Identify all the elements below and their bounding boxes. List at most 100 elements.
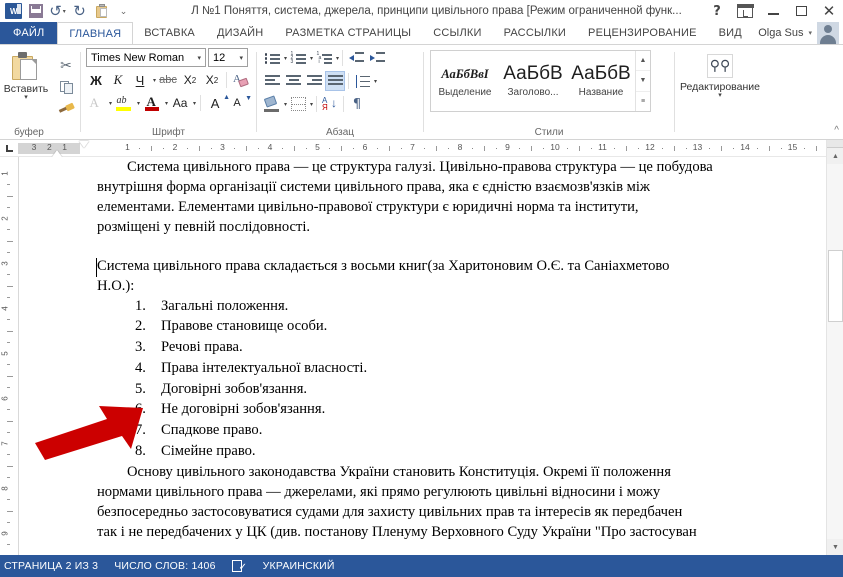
chevron-down-icon[interactable]: ▾ (336, 55, 339, 62)
borders-button[interactable] (288, 94, 308, 114)
multilevel-list-button[interactable]: 1 a i (314, 48, 334, 68)
style-preview: АаБбВ (571, 63, 631, 84)
font-color-button[interactable]: A (142, 93, 162, 113)
minimize-icon[interactable] (759, 0, 787, 22)
paste-button[interactable]: Вставить ▾ (0, 48, 52, 101)
bold-button[interactable]: Ж (86, 70, 106, 90)
restore-icon[interactable] (787, 0, 815, 22)
font-name-input[interactable]: Times New Roman ▾ (86, 48, 206, 67)
document-page[interactable]: Система цивільного права — це структура … (18, 157, 826, 555)
underline-button[interactable]: Ч (130, 70, 150, 90)
ruler-track[interactable]: 32112345678910111213141516 (18, 140, 843, 157)
customize-qat-icon[interactable]: ⌄ (113, 1, 134, 21)
paragraph-2: Система цивільного права складається з в… (97, 256, 843, 296)
proofing-icon[interactable]: ✓ (231, 559, 247, 573)
word-count[interactable]: ЧИСЛО СЛОВ: 1406 (114, 560, 215, 572)
format-painter-button[interactable] (56, 99, 76, 117)
ruler-minor-tick (448, 147, 450, 149)
chevron-down-icon[interactable]: ▾ (165, 100, 168, 107)
collapse-ribbon-button[interactable]: ^ (834, 125, 839, 136)
align-center-button[interactable] (283, 71, 303, 91)
tab-stop-selector[interactable] (0, 140, 18, 157)
align-right-button[interactable] (304, 71, 324, 91)
line-spacing-button[interactable] (352, 71, 372, 91)
save-icon[interactable] (25, 1, 46, 21)
highlight-button[interactable]: ab (114, 93, 134, 113)
decrease-indent-button[interactable] (346, 48, 366, 68)
tab-file[interactable]: ФАЙЛ (0, 22, 58, 44)
close-icon[interactable]: ✕ (815, 0, 843, 22)
chevron-down-icon[interactable]: ▾ (284, 55, 287, 62)
tab-references[interactable]: ССЫЛКИ (422, 22, 492, 44)
chevron-down-icon[interactable]: ▾ (808, 29, 812, 37)
word-logo-icon[interactable]: W (3, 1, 24, 21)
grow-font-button[interactable]: A ▲ (205, 93, 230, 113)
scroll-up-button[interactable]: ▲ (827, 148, 843, 164)
ribbon-options-icon[interactable] (731, 0, 759, 22)
styles-scroll-up[interactable]: ▲ (636, 51, 650, 72)
chevron-down-icon[interactable]: ▾ (239, 54, 243, 62)
user-name[interactable]: Olga Sus (758, 27, 803, 39)
align-left-button[interactable] (262, 71, 282, 91)
chevron-down-icon[interactable]: ▾ (137, 100, 140, 107)
italic-button[interactable]: К (108, 70, 128, 90)
chevron-down-icon[interactable]: ▾ (109, 100, 112, 107)
superscript-button[interactable]: X2 (202, 70, 222, 90)
shading-button[interactable] (262, 94, 282, 114)
tab-page-layout[interactable]: РАЗМЕТКА СТРАНИЦЫ (274, 22, 422, 44)
tab-insert[interactable]: ВСТАВКА (133, 22, 206, 44)
tab-design[interactable]: ДИЗАЙН (206, 22, 274, 44)
vertical-scrollbar[interactable]: ▲ ▼ (826, 140, 843, 555)
chevron-down-icon[interactable]: ▾ (284, 101, 287, 108)
font-color-icon: A (144, 94, 160, 111)
bullets-button[interactable] (262, 48, 282, 68)
copy-button[interactable] (56, 78, 76, 96)
show-formatting-marks-button[interactable]: ¶ (347, 94, 367, 114)
chevron-down-icon[interactable]: ▾ (718, 92, 722, 99)
redo-icon[interactable]: ↻ (69, 1, 90, 21)
chevron-down-icon[interactable]: ▾ (310, 101, 313, 108)
chevron-down-icon[interactable]: ▾ (24, 94, 28, 101)
page-indicator[interactable]: СТРАНИЦА 2 ИЗ 3 (4, 560, 98, 572)
chevron-down-icon[interactable]: ▾ (153, 77, 156, 84)
styles-scroll-down[interactable]: ▼ (636, 71, 650, 92)
paste-format-icon[interactable] (91, 1, 112, 21)
style-item-emphasis[interactable]: АаБбВвI Выделение (431, 51, 499, 111)
scroll-down-button[interactable]: ▼ (827, 539, 843, 555)
shrink-font-button[interactable]: A ▼ (227, 93, 252, 113)
tab-mailings[interactable]: РАССЫЛКИ (493, 22, 577, 44)
clear-formatting-button[interactable]: A (231, 70, 251, 90)
chevron-down-icon[interactable]: ▾ (193, 100, 196, 107)
numbering-button[interactable]: 1 2 3 (288, 48, 308, 68)
hanging-indent-marker[interactable] (52, 149, 62, 157)
justify-button[interactable] (325, 71, 345, 91)
language-indicator[interactable]: УКРАИНСКИЙ (263, 560, 335, 572)
sort-button[interactable]: А Я ↓ (320, 94, 340, 114)
first-line-indent-marker[interactable] (79, 140, 89, 148)
avatar[interactable] (817, 22, 839, 44)
undo-icon[interactable]: ↺ ▾ (47, 1, 68, 21)
editing-button[interactable]: ⚲⚲ Редактирование ▾ (675, 48, 765, 99)
change-case-button[interactable]: Aa (170, 93, 190, 113)
help-icon[interactable]: ? (703, 0, 731, 22)
tab-view[interactable]: ВИД (708, 22, 753, 44)
style-item-title[interactable]: АаБбВ Название (567, 51, 635, 111)
chevron-down-icon[interactable]: ▾ (310, 55, 313, 62)
cut-button[interactable]: ✂ (56, 57, 76, 75)
tab-home[interactable]: ГЛАВНАЯ (57, 22, 134, 44)
document-area[interactable]: 1 2 3 4 5 6 7 8 9 Система цивільного права — це … (0, 157, 843, 555)
style-item-heading[interactable]: АаБбВ Заголово... (499, 51, 567, 111)
split-window-handle[interactable] (827, 140, 843, 148)
text-effects-button[interactable]: A (86, 93, 106, 113)
document-body[interactable]: Система цивільного права — це структура … (97, 157, 843, 542)
chevron-down-icon[interactable]: ▾ (374, 78, 377, 85)
increase-indent-button[interactable] (367, 48, 387, 68)
scrollbar-thumb[interactable] (828, 250, 843, 322)
subscript-button[interactable]: X2 (180, 70, 200, 90)
horizontal-ruler[interactable]: 32112345678910111213141516 (0, 140, 843, 157)
styles-more-button[interactable]: ≡ (636, 92, 650, 111)
font-size-input[interactable]: 12 ▾ (208, 48, 248, 67)
tab-review[interactable]: РЕЦЕНЗИРОВАНИЕ (577, 22, 708, 44)
chevron-down-icon[interactable]: ▾ (197, 54, 201, 62)
strikethrough-button[interactable]: abc (158, 70, 178, 90)
